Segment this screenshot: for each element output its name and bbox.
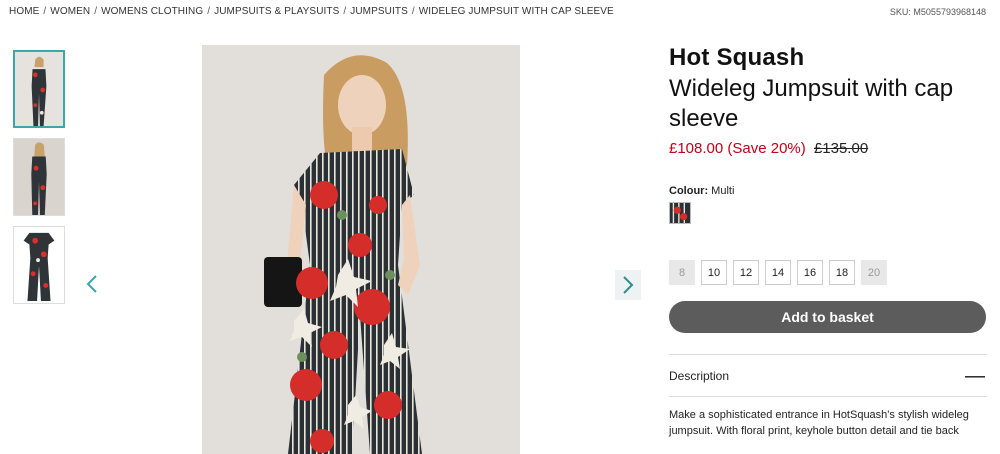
breadcrumb-separator: / — [43, 6, 47, 17]
colour-value: Multi — [711, 185, 735, 197]
size-option-16[interactable]: 16 — [797, 260, 823, 285]
colour-label: Colour: Multi — [669, 185, 987, 197]
breadcrumb-separator: / — [94, 6, 98, 17]
original-price: £135.00 — [813, 140, 869, 157]
product-main-image — [202, 45, 520, 454]
collapse-icon[interactable]: — — [965, 366, 985, 386]
sku-code: SKU: M5055793968148 — [889, 7, 986, 17]
product-brand[interactable]: Hot Squash — [669, 44, 987, 72]
size-option-20[interactable]: 20 — [861, 260, 887, 285]
chevron-left-icon — [86, 275, 97, 293]
size-option-18[interactable]: 18 — [829, 260, 855, 285]
breadcrumb-women[interactable]: WOMEN — [50, 6, 90, 17]
next-image-arrow[interactable] — [615, 270, 641, 300]
chevron-right-icon — [623, 276, 634, 294]
size-option-12[interactable]: 12 — [733, 260, 759, 285]
thumbnail-flat[interactable] — [13, 226, 65, 304]
colour-label-text: Colour: — [669, 185, 709, 197]
breadcrumb-jumpsuits[interactable]: JUMPSUITS — [350, 6, 408, 17]
sale-price: £108.00 (Save 20%) — [669, 140, 806, 157]
description-text: Make a sophisticated entrance in HotSqua… — [669, 409, 969, 437]
breadcrumb-separator: / — [343, 6, 347, 17]
size-option-14[interactable]: 14 — [765, 260, 791, 285]
breadcrumb-separator: / — [411, 6, 415, 17]
thumbnail-gallery — [13, 50, 67, 314]
breadcrumb-home[interactable]: HOME — [9, 6, 39, 17]
breadcrumb-separator: / — [207, 6, 211, 17]
description-label: Description — [669, 368, 730, 383]
thumbnail-front[interactable] — [13, 50, 65, 128]
breadcrumb-womens-clothing[interactable]: WOMENS CLOTHING — [101, 6, 203, 17]
add-to-basket-button[interactable]: Add to basket — [669, 301, 986, 333]
size-option-8[interactable]: 8 — [669, 260, 695, 285]
size-option-10[interactable]: 10 — [701, 260, 727, 285]
thumbnail-back[interactable] — [13, 138, 65, 216]
price-row: £108.00 (Save 20%) £135.00 — [669, 140, 987, 157]
breadcrumb-current-product: WIDELEG JUMPSUIT WITH CAP SLEEVE — [418, 6, 614, 17]
product-info-panel: Hot Squash Wideleg Jumpsuit with cap sle… — [669, 44, 987, 439]
breadcrumb: HOME / WOMEN / WOMENS CLOTHING / JUMPSUITS & P… — [9, 6, 614, 17]
colour-swatch-multi[interactable] — [669, 202, 691, 224]
breadcrumb-jumpsuits-playsuits[interactable]: JUMPSUITS & PLAYSUITS — [214, 6, 339, 17]
description-accordion-header[interactable]: Description — — [669, 354, 987, 397]
previous-image-arrow[interactable] — [79, 269, 105, 299]
size-selector: 8 10 12 14 16 18 20 — [669, 260, 987, 285]
product-title: Wideleg Jumpsuit with cap sleeve — [669, 75, 954, 132]
